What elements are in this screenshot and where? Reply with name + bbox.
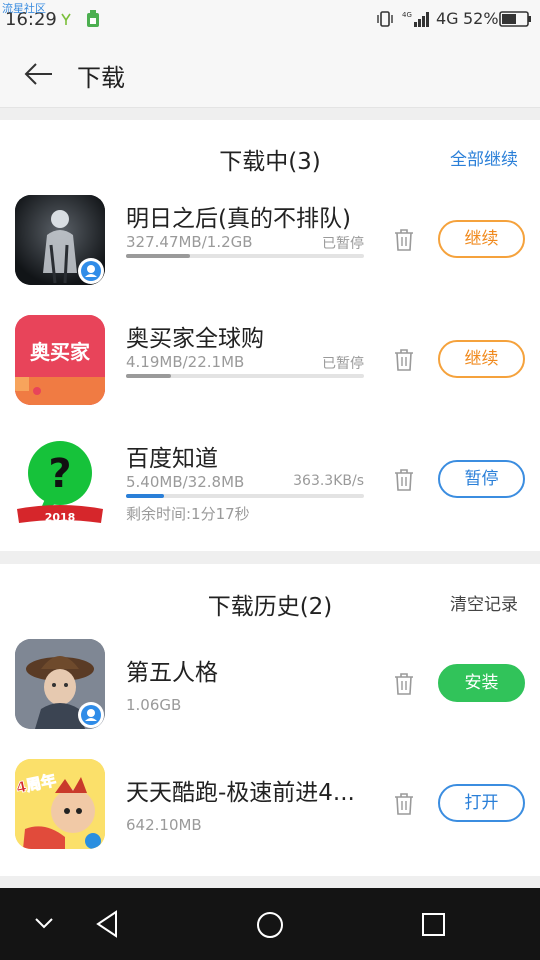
download-speed: 363.3KB/s xyxy=(293,473,364,489)
battery-percent: 52% xyxy=(463,9,499,28)
app-bar: 下载 xyxy=(0,38,540,108)
wechat-badge-icon xyxy=(78,702,104,728)
app-name: 百度知道 xyxy=(126,446,218,472)
download-item: ? 2018 百度知道 5.40MB/32.8MB 363.3KB/s 剩余时间… xyxy=(0,435,540,555)
battery-saver-icon xyxy=(87,10,99,27)
app-icon-tiantiankupao: 4周年 xyxy=(15,759,105,849)
progress-fill xyxy=(126,494,165,498)
section-divider xyxy=(0,551,540,564)
vibrate-icon xyxy=(377,11,393,27)
history-item: 4周年 天天酷跑-极速前进4... 642.10MB 打开 xyxy=(0,759,540,879)
icon-year-text: 2018 xyxy=(45,511,76,524)
app-name: 奥买家全球购 xyxy=(126,326,264,352)
question-mark-glyph: ? xyxy=(48,451,71,497)
history-item: 第五人格 1.06GB 安装 xyxy=(0,639,540,759)
trash-icon[interactable] xyxy=(393,672,415,696)
progress-bar xyxy=(126,254,364,258)
trash-icon[interactable] xyxy=(393,348,415,372)
section-divider xyxy=(0,108,540,120)
app-icon-mingrizhihou xyxy=(15,195,105,285)
trash-icon[interactable] xyxy=(393,228,415,252)
download-state: 已暂停 xyxy=(322,356,364,372)
home-circle-icon[interactable] xyxy=(255,910,285,940)
clear-history-button[interactable]: 清空记录 xyxy=(450,590,518,615)
app-icon-aomaijia: 奥买家 xyxy=(15,315,105,405)
back-arrow-icon[interactable] xyxy=(20,56,56,92)
battery-icon xyxy=(499,11,531,27)
system-nav-bar xyxy=(0,888,540,960)
app-size: 1.06GB xyxy=(126,696,182,714)
recents-square-icon[interactable] xyxy=(421,912,447,938)
download-state: 已暂停 xyxy=(322,236,364,252)
network-type: 4G xyxy=(436,9,459,28)
app-name: 天天酷跑-极速前进4... xyxy=(126,780,355,806)
app-name: 第五人格 xyxy=(126,660,218,686)
chevron-down-icon[interactable] xyxy=(34,916,54,930)
notification-icon xyxy=(61,13,71,25)
trash-icon[interactable] xyxy=(393,468,415,492)
download-size: 327.47MB/1.2GB xyxy=(126,233,253,251)
back-triangle-icon[interactable] xyxy=(94,909,120,939)
progress-fill xyxy=(126,254,191,258)
app-icon-diwurenge xyxy=(15,639,105,729)
app-size: 642.10MB xyxy=(126,816,202,834)
svg-text:4G: 4G xyxy=(402,11,412,19)
status-bar: 16:29 流星社区 4G 4G 52% xyxy=(0,0,540,38)
app-icon-baiduzhidao: ? 2018 xyxy=(15,435,105,525)
resume-button[interactable]: 继续 xyxy=(438,340,525,378)
remaining-time: 剩余时间:1分17秒 xyxy=(126,505,250,523)
page-title: 下载 xyxy=(77,64,125,92)
signal-icon: 4G xyxy=(402,11,429,27)
open-button[interactable]: 打开 xyxy=(438,784,525,822)
section-divider xyxy=(0,876,540,888)
resume-all-button[interactable]: 全部继续 xyxy=(450,145,518,170)
install-button[interactable]: 安装 xyxy=(438,664,525,702)
app-name: 明日之后(真的不排队) xyxy=(126,206,351,232)
progress-bar xyxy=(126,374,364,378)
aomaijia-logo-text: 奥买家 xyxy=(30,340,91,364)
progress-fill xyxy=(126,374,172,378)
resume-button[interactable]: 继续 xyxy=(438,220,525,258)
download-size: 5.40MB/32.8MB xyxy=(126,473,245,491)
download-item: 奥买家 奥买家全球购 4.19MB/22.1MB 已暂停 继续 xyxy=(0,315,540,435)
watermark-text: 流星社区 xyxy=(2,2,46,15)
wechat-badge-icon xyxy=(78,258,104,284)
progress-bar xyxy=(126,494,364,498)
pause-button[interactable]: 暂停 xyxy=(438,460,525,498)
download-item: 明日之后(真的不排队) 327.47MB/1.2GB 已暂停 继续 xyxy=(0,195,540,315)
download-size: 4.19MB/22.1MB xyxy=(126,353,245,371)
trash-icon[interactable] xyxy=(393,792,415,816)
